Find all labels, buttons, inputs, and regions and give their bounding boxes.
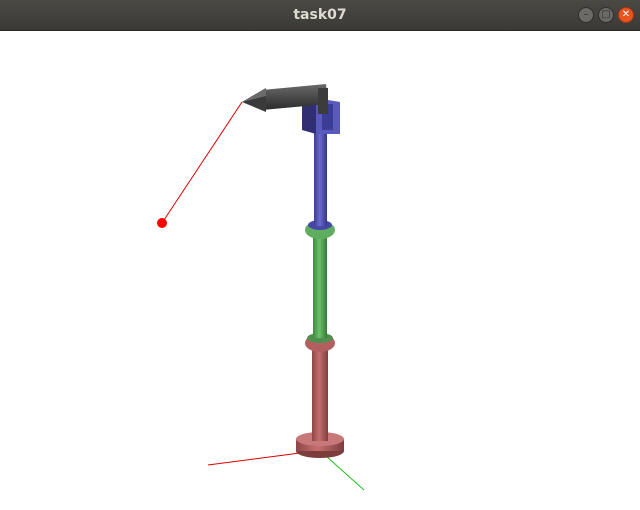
middle-link xyxy=(313,233,327,338)
base-link xyxy=(312,345,328,441)
minimize-button[interactable]: – xyxy=(578,7,594,23)
close-icon: ✕ xyxy=(621,9,631,20)
target-point xyxy=(157,218,167,228)
x-axis-line xyxy=(207,452,301,466)
target-trajectory-line xyxy=(161,101,243,224)
app-window: task07 – □ ✕ xyxy=(0,0,640,510)
window-titlebar[interactable]: task07 – □ ✕ xyxy=(0,0,640,31)
maximize-icon: □ xyxy=(601,9,611,20)
close-button[interactable]: ✕ xyxy=(618,7,634,23)
window-title: task07 xyxy=(293,7,347,23)
gripper-mount xyxy=(318,88,328,114)
minimize-icon: – xyxy=(583,9,589,20)
3d-viewport[interactable] xyxy=(0,31,640,510)
robot-arm-scene xyxy=(157,84,365,491)
y-axis-line xyxy=(325,455,365,491)
maximize-button[interactable]: □ xyxy=(598,7,614,23)
upper-link xyxy=(314,128,327,226)
